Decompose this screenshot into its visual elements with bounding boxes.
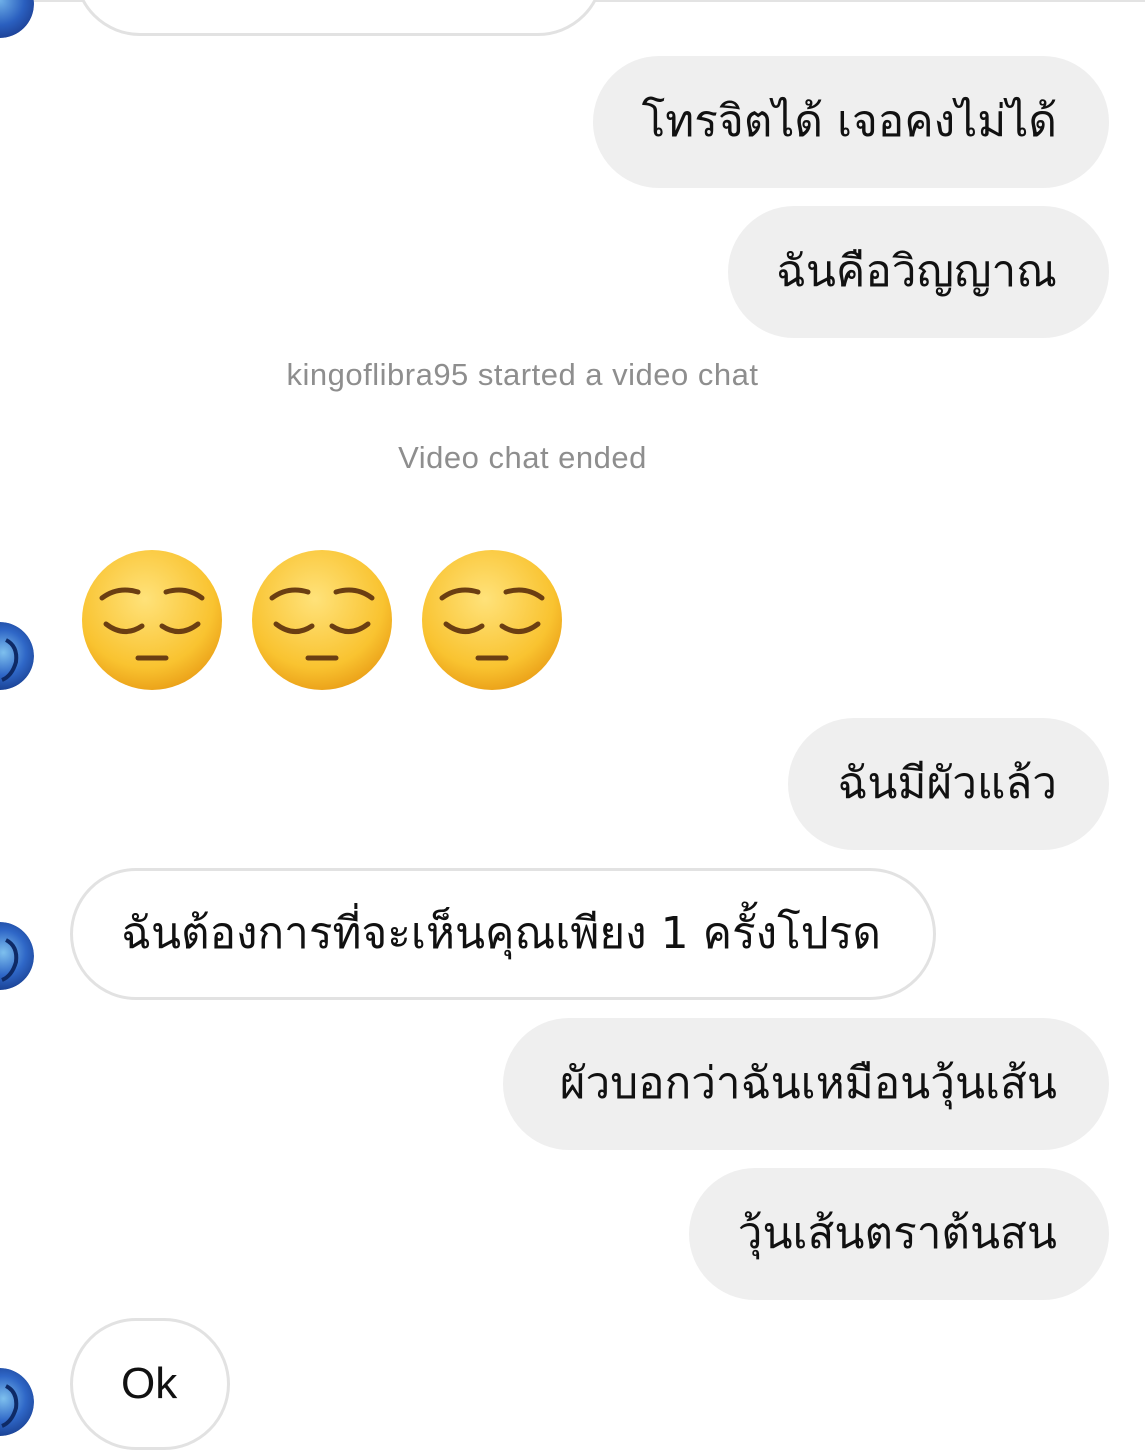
sender-avatar[interactable]: [0, 922, 34, 990]
outgoing-message-bubble[interactable]: วุ้นเส้นตราต้นสน: [689, 1168, 1109, 1300]
emoji-message[interactable]: [80, 548, 564, 692]
incoming-bubble-cut-off[interactable]: [74, 0, 604, 36]
pensive-face-emoji: [252, 550, 392, 690]
sender-avatar[interactable]: [0, 0, 34, 38]
message-text: ฉันคือวิญญาณ: [775, 246, 1057, 297]
pensive-face-emoji: [422, 550, 562, 690]
sender-avatar[interactable]: [0, 622, 34, 690]
outgoing-message-bubble[interactable]: ฉันมีผัวแล้ว: [788, 718, 1109, 850]
message-text: ผัวบอกว่าฉันเหมือนวุ้นเส้น: [559, 1058, 1057, 1109]
incoming-message-bubble[interactable]: Ok: [70, 1318, 230, 1450]
pensive-face-emoji: [82, 550, 222, 690]
message-text: โทรจิตได้ เจอคงไม่ได้: [641, 96, 1057, 147]
message-text: ฉันมีผัวแล้ว: [837, 758, 1057, 809]
outgoing-message-bubble[interactable]: ผัวบอกว่าฉันเหมือนวุ้นเส้น: [503, 1018, 1109, 1150]
system-notice-video-chat-started: kingoflibra95 started a video chat: [286, 357, 759, 392]
message-text: Ok: [121, 1359, 178, 1408]
sender-avatar[interactable]: [0, 1368, 34, 1436]
outgoing-message-bubble[interactable]: ฉันคือวิญญาณ: [728, 206, 1109, 338]
outgoing-message-bubble[interactable]: โทรจิตได้ เจอคงไม่ได้: [593, 56, 1109, 188]
incoming-message-bubble[interactable]: ฉันต้องการที่จะเห็นคุณเพียง 1 ครั้งโปรด: [70, 868, 936, 1000]
system-notice-video-chat-ended: Video chat ended: [398, 440, 647, 475]
message-text: ฉันต้องการที่จะเห็นคุณเพียง 1 ครั้งโปรด: [121, 908, 881, 959]
message-text: วุ้นเส้นตราต้นสน: [737, 1208, 1057, 1259]
